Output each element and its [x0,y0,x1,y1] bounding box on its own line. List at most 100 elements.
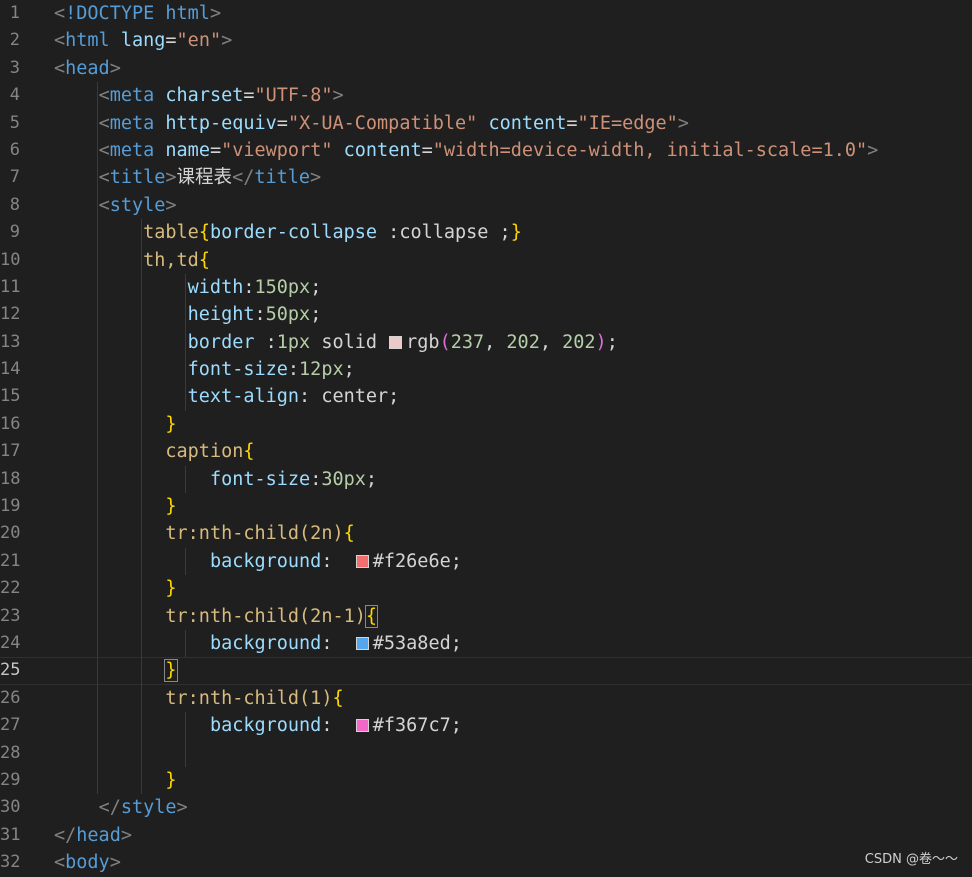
code-text: table{border-collapse :collapse ;} [54,219,522,246]
code-token: ; [365,468,378,490]
code-token: "en" [176,30,222,52]
code-editor[interactable]: 1 <!DOCTYPE html> 2 <html lang="en"> 3 <head>… [0,0,972,875]
code-token: meta [109,139,155,161]
code-token: : [254,304,266,326]
line-number: 26 [0,687,21,708]
code-line[interactable]: 21 background: #f26e6e; [0,547,972,576]
code-line[interactable]: 17 caption{ [0,438,972,466]
code-token: caption [165,441,244,463]
code-token: rgb [406,331,440,353]
code-token: > [677,112,689,134]
code-line[interactable]: 23 tr:nth-child(2n-1){ [0,602,972,630]
code-line[interactable]: 3 <head> [0,55,972,82]
code-token: = [421,139,433,161]
code-token: body [65,852,110,874]
code-line[interactable]: 19 } [0,493,972,521]
code-token: tr:nth-child(2n-1) [165,605,366,627]
code-token: !DOCTYPE [65,3,155,24]
code-line[interactable]: 32 <body> [0,849,972,876]
code-token: { [243,441,255,463]
code-token: { [364,604,379,628]
code-line[interactable]: 15 text-align: center; [0,383,972,411]
line-number: 19 [0,496,21,517]
code-token: } [165,769,177,791]
code-line[interactable]: 7 <title>课程表</title> [0,164,972,192]
code-line[interactable]: 4 <meta charset="UTF-8"> [0,82,972,110]
line-number: 3 [9,57,20,78]
color-swatch-icon[interactable] [389,335,403,349]
code-line[interactable]: 16 } [0,410,972,439]
code-text: caption{ [54,438,255,465]
code-line[interactable]: 26 tr:nth-child(1){ [0,684,972,713]
code-line[interactable]: 27 background: #f367c7; [0,712,972,740]
line-number: 2 [9,30,20,51]
code-token: font-size [209,468,311,490]
code-line[interactable]: 22 } [0,575,972,603]
line-number: 24 [0,632,21,653]
color-swatch-icon[interactable] [355,554,369,568]
code-line[interactable]: 31 </head> [0,822,972,849]
code-token: "IE=edge" [577,112,678,134]
code-token: < [98,112,110,134]
code-token: 30px [321,468,366,490]
code-line[interactable]: 10 th,td{ [0,246,972,274]
code-token: > [209,3,222,24]
code-token: background [209,632,322,654]
code-line[interactable]: 13 border :1px solid rgb(237, 202, 202); [0,328,972,357]
code-line[interactable]: 1 <!DOCTYPE html> [0,0,972,27]
color-swatch-icon[interactable] [355,719,369,733]
code-token: : [321,632,355,654]
code-line[interactable]: 14 font-size:12px; [0,356,972,384]
code-token: 12px [299,359,344,381]
line-number: 1 [9,3,20,23]
line-number: 17 [0,441,21,462]
code-line[interactable]: 2 <html lang="en"> [0,27,972,54]
code-token: = [165,30,177,52]
code-token: ; [310,276,322,298]
code-line[interactable]: 11 width:150px; [0,273,972,302]
code-line[interactable]: 25 } [0,657,972,685]
code-text: height:50px; [54,301,322,328]
code-text: <style> [54,192,177,219]
code-token: : [254,331,277,353]
code-line[interactable]: 24 background: #53a8ed; [0,629,972,658]
color-swatch-icon[interactable] [355,636,369,650]
code-token: < [98,139,110,161]
code-line[interactable]: 8 <style> [0,191,972,220]
code-token: } [164,659,178,683]
code-token: tr:nth-child(1) [165,687,333,709]
code-token: > [165,194,177,216]
code-line[interactable]: 29 } [0,766,972,795]
code-line[interactable]: 12 height:50px; [0,301,972,329]
code-text: </style> [54,794,188,821]
line-number: 18 [0,468,21,489]
code-token: title [109,167,166,189]
code-line[interactable]: 28 [0,739,972,767]
code-token: tr:nth-child(2n) [165,523,344,545]
code-line[interactable]: 6 <meta name="viewport" content="width=d… [0,136,972,165]
code-line[interactable]: 20 tr:nth-child(2n){ [0,520,972,548]
code-token: : center; [299,386,400,408]
code-line[interactable]: 18 font-size:30px; [0,465,972,494]
code-token: </ [98,797,121,819]
code-token: < [54,3,66,24]
code-line[interactable]: 5 <meta http-equiv="X-UA-Compatible" con… [0,109,972,137]
line-number: 11 [0,276,21,297]
code-token: name [165,139,210,161]
code-line[interactable]: 30 </style> [0,794,972,821]
code-token: charset [165,85,244,107]
code-token: html [65,30,110,52]
code-token: < [54,57,66,79]
code-line[interactable]: 9 table{border-collapse :collapse ;} [0,219,972,247]
code-token: #f367c7; [372,715,462,737]
